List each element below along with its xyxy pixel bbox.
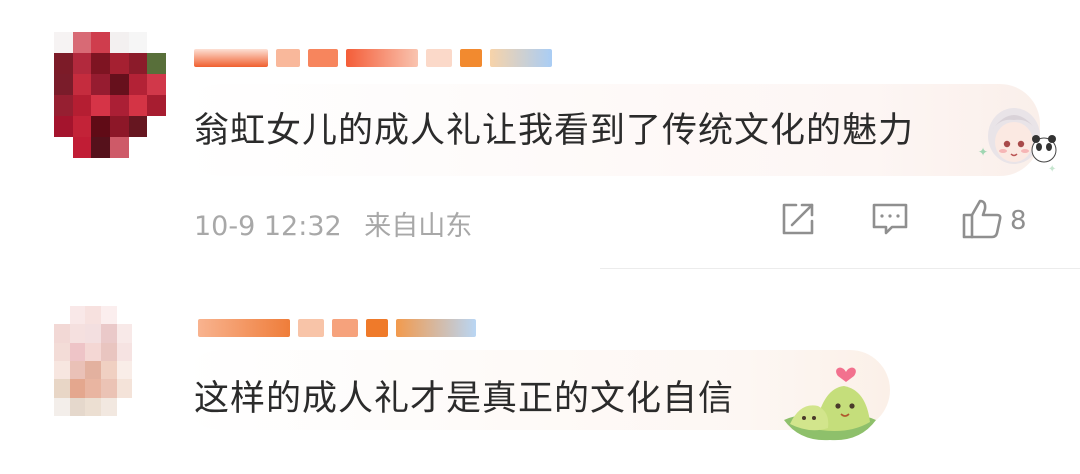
like-button[interactable]: 8	[960, 197, 1027, 245]
anime-girl-sticker-icon: ✦ ✦	[978, 96, 1064, 182]
like-count: 8	[1010, 206, 1027, 236]
comment-item: 翁虹女儿的成人礼让我看到了传统文化的魅力 ✦ ✦ 10-9 12:32 来自山东	[0, 0, 1080, 270]
svg-text:✦: ✦	[1048, 164, 1056, 175]
comment-text: 这样的成人礼才是真正的文化自信	[194, 379, 735, 419]
avatar[interactable]	[54, 306, 148, 416]
rice-dumpling-sticker-icon	[780, 360, 880, 446]
svg-text:✦: ✦	[978, 145, 988, 159]
avatar[interactable]	[54, 32, 166, 158]
username-redacted[interactable]	[198, 314, 476, 342]
reply-button[interactable]	[870, 200, 910, 242]
reply-icon	[870, 199, 910, 243]
share-button[interactable]	[778, 200, 818, 242]
comment-meta: 10-9 12:32 来自山东	[194, 204, 486, 243]
comment-text: 翁虹女儿的成人礼让我看到了传统文化的魅力	[194, 111, 915, 151]
thumbs-up-icon	[960, 197, 1004, 245]
comment-location: 来自山东	[364, 211, 473, 242]
comment-time: 10-9 12:32	[194, 211, 342, 242]
username-redacted[interactable]	[194, 44, 552, 72]
share-icon	[778, 199, 818, 243]
